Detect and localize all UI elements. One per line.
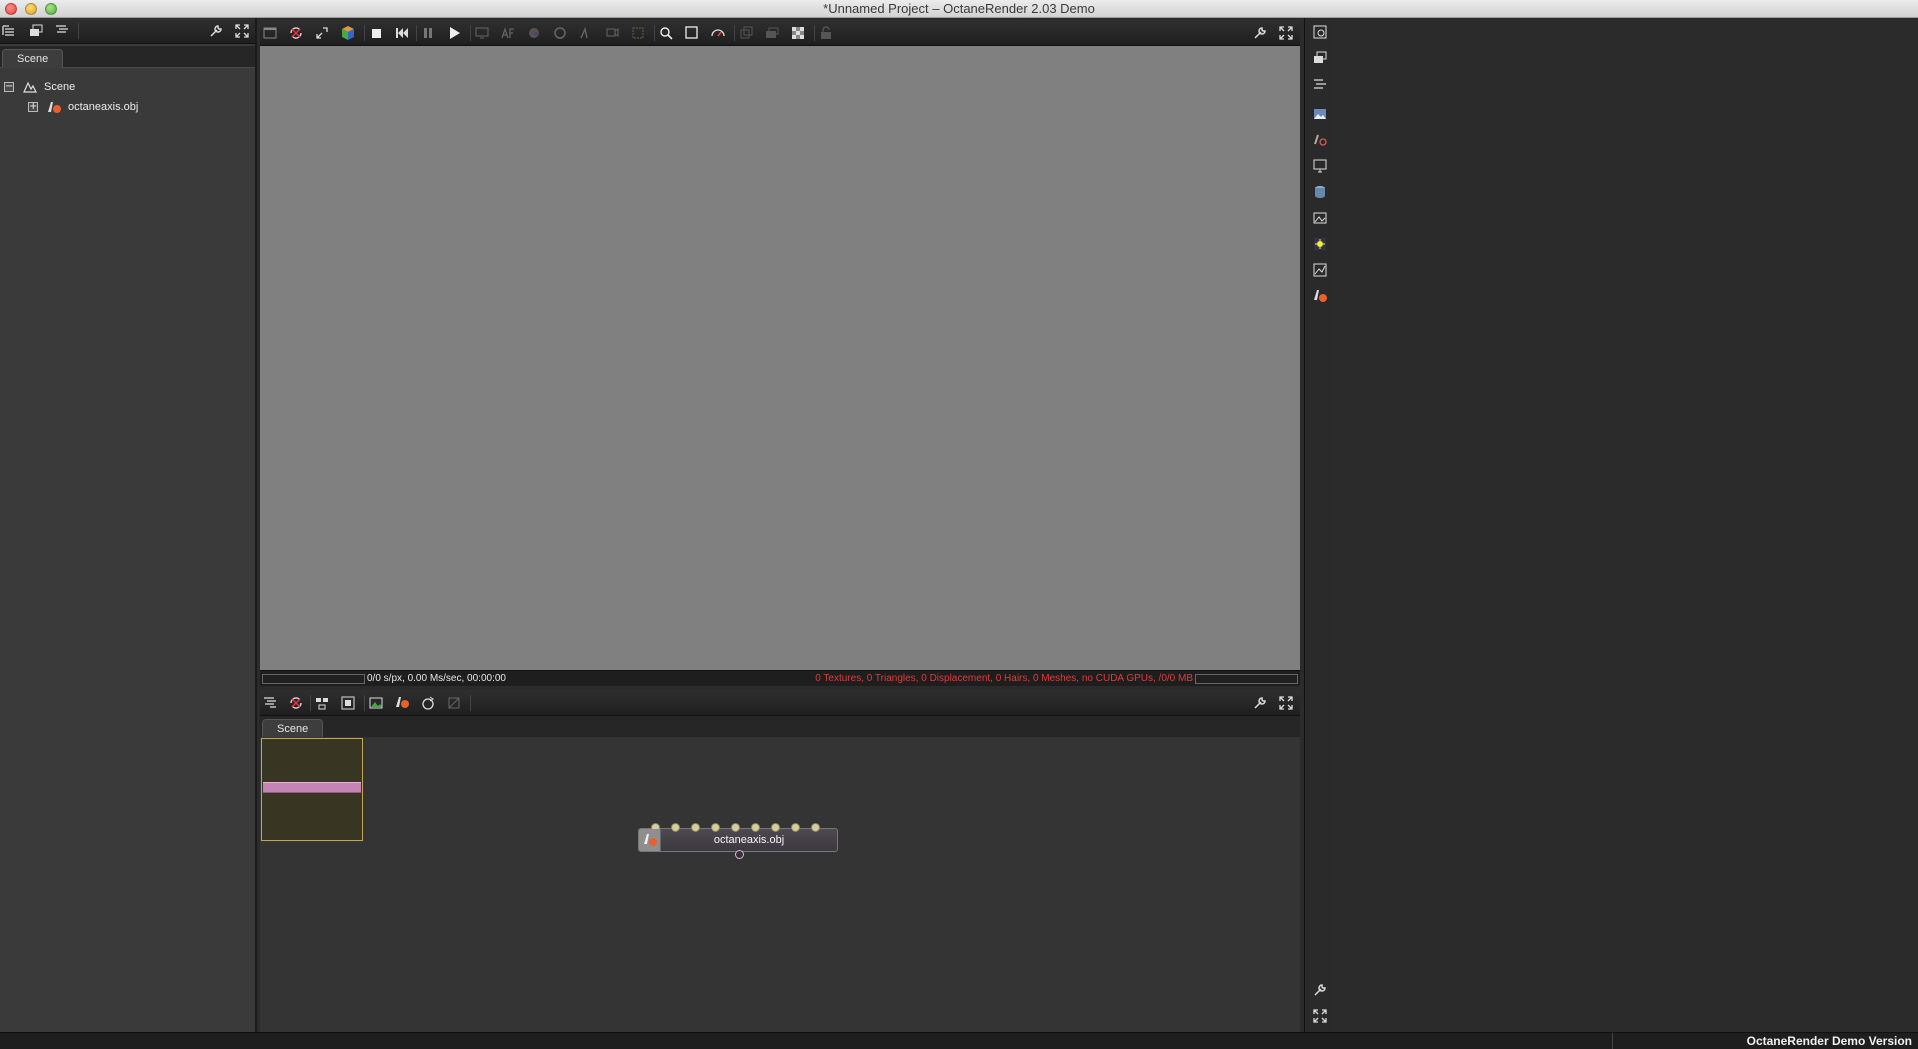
- outliner-toolbar: [0, 18, 255, 44]
- viewport-icon[interactable]: [472, 23, 492, 43]
- database-icon[interactable]: [1310, 182, 1330, 202]
- graph-icon[interactable]: [1310, 260, 1330, 280]
- tab-scene[interactable]: Scene: [262, 719, 324, 738]
- node-input-pin[interactable]: [691, 823, 700, 832]
- light-icon[interactable]: [1310, 234, 1330, 254]
- checker-icon[interactable]: [788, 23, 808, 43]
- picture-icon[interactable]: [1310, 208, 1330, 228]
- play-icon[interactable]: [444, 23, 464, 43]
- maximize-icon[interactable]: [1310, 1006, 1330, 1026]
- gauge-icon[interactable]: [708, 23, 728, 43]
- node-input-pin[interactable]: [791, 823, 800, 832]
- mesh-icon[interactable]: [1310, 286, 1330, 306]
- pause-icon[interactable]: [418, 23, 438, 43]
- render-window-icon[interactable]: [260, 23, 280, 43]
- image-icon[interactable]: [1310, 104, 1330, 124]
- wrench-icon[interactable]: [1310, 980, 1330, 1000]
- zoom-lens-icon[interactable]: [656, 23, 676, 43]
- graph-navigator-thumbnail[interactable]: [261, 738, 363, 841]
- tree-item-scene[interactable]: − Scene: [4, 78, 75, 96]
- mesh-icon: [639, 829, 661, 851]
- tree-item-label: Scene: [44, 81, 76, 93]
- refresh-material-icon[interactable]: [418, 693, 438, 713]
- reload-icon[interactable]: [286, 693, 306, 713]
- maximize-icon[interactable]: [1276, 693, 1296, 713]
- scene-stats-warning: 0 Textures, 0 Triangles, 0 Displacement,…: [815, 673, 1193, 684]
- node-input-pin[interactable]: [771, 823, 780, 832]
- render-stats: 0/0 s/px, 0.00 Ms/sec, 00:00:00: [367, 673, 506, 684]
- copy-icon[interactable]: [736, 23, 756, 43]
- scene-outliner-panel: Scene − Scene + octaneaxis.obj: [0, 18, 257, 1032]
- render-settings-icon[interactable]: [1310, 22, 1330, 42]
- maximize-icon[interactable]: [1276, 23, 1296, 43]
- arrange-icon[interactable]: [312, 693, 332, 713]
- material-icon[interactable]: [1310, 130, 1330, 150]
- mesh-icon: [48, 102, 61, 113]
- wrench-icon[interactable]: [1250, 23, 1270, 43]
- right-toolbar: [1304, 18, 1334, 1032]
- node-graph-canvas[interactable]: octaneaxis.obj: [260, 737, 1300, 1032]
- outliner-icon[interactable]: [0, 21, 20, 41]
- node-output-pin[interactable]: [735, 850, 744, 859]
- empty-dock-area: [1334, 18, 1918, 1032]
- layers-icon[interactable]: [1310, 48, 1330, 68]
- layers-icon[interactable]: [26, 21, 46, 41]
- title-bar: *Unnamed Project – OctaneRender 2.03 Dem…: [0, 0, 1918, 18]
- frame-icon[interactable]: [682, 23, 702, 43]
- af-icon[interactable]: [498, 23, 518, 43]
- graph-editor-tabs: Scene: [260, 716, 1300, 738]
- color-cube-icon[interactable]: [338, 23, 358, 43]
- node-label: octaneaxis.obj: [713, 834, 785, 846]
- render-status-bar: 0/0 s/px, 0.00 Ms/sec, 00:00:00 0 Textur…: [260, 670, 1300, 686]
- hierarchy-icon[interactable]: [52, 21, 72, 41]
- render-toolbar: [260, 20, 1300, 46]
- hierarchy-icon[interactable]: [260, 693, 280, 713]
- collapse-icon[interactable]: −: [4, 82, 14, 92]
- node-input-pin[interactable]: [811, 823, 820, 832]
- node-input-pin[interactable]: [751, 823, 760, 832]
- outliner-tabs: Scene: [0, 46, 255, 68]
- render-progress-bar: [262, 674, 365, 684]
- node-input-pin[interactable]: [731, 823, 740, 832]
- region-icon[interactable]: [628, 23, 648, 43]
- memory-progress-bar: [1195, 674, 1298, 684]
- restart-icon[interactable]: [392, 23, 412, 43]
- tree-item-octaneaxis[interactable]: + octaneaxis.obj: [28, 98, 138, 116]
- save-icon[interactable]: [762, 23, 782, 43]
- expand-icon[interactable]: +: [28, 102, 38, 112]
- stop-icon[interactable]: [366, 23, 386, 43]
- graph-editor-toolbar: [260, 690, 1300, 716]
- camera-picker-icon[interactable]: [602, 23, 622, 43]
- tab-scene[interactable]: Scene: [2, 49, 64, 68]
- wrench-icon[interactable]: [206, 21, 226, 41]
- object-picker-icon[interactable]: [576, 23, 596, 43]
- mesh-node-octaneaxis[interactable]: octaneaxis.obj: [638, 823, 838, 859]
- window-title: *Unnamed Project – OctaneRender 2.03 Dem…: [823, 1, 1095, 16]
- demo-version-label: OctaneRender Demo Version: [1746, 1034, 1912, 1048]
- clear-icon[interactable]: [444, 693, 464, 713]
- lock-icon[interactable]: [816, 23, 836, 43]
- status-divider: [1612, 1033, 1613, 1049]
- node-input-pin[interactable]: [711, 823, 720, 832]
- hierarchy-icon[interactable]: [1310, 74, 1330, 94]
- color-picker-icon[interactable]: [524, 23, 544, 43]
- add-image-icon[interactable]: [366, 693, 386, 713]
- wrench-icon[interactable]: [1250, 693, 1270, 713]
- maximize-icon[interactable]: [232, 21, 252, 41]
- material-picker-icon[interactable]: [550, 23, 570, 43]
- node-input-pin[interactable]: [671, 823, 680, 832]
- navigator-node-preview: [263, 782, 361, 793]
- render-viewport[interactable]: [260, 46, 1300, 670]
- tree-item-label: octaneaxis.obj: [68, 101, 139, 113]
- zoom-fit-icon[interactable]: [312, 23, 332, 43]
- application-status-bar: OctaneRender Demo Version: [0, 1032, 1918, 1049]
- reload-icon[interactable]: [286, 23, 306, 43]
- arrange-all-icon[interactable]: [338, 693, 358, 713]
- monitor-icon[interactable]: [1310, 156, 1330, 176]
- mesh-icon[interactable]: [392, 693, 412, 713]
- scene-icon: [23, 81, 37, 93]
